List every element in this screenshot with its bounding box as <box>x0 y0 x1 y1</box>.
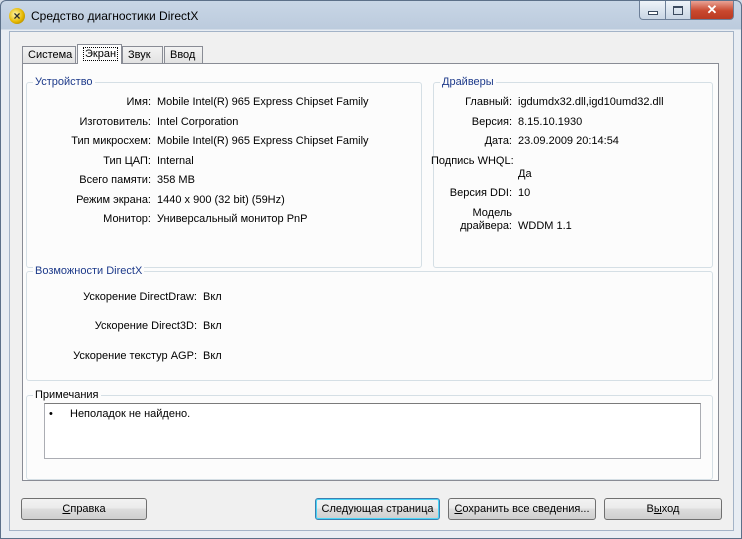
drivers-group: Драйверы Главный: igdumdx32.dll,igd10umd… <box>431 76 713 268</box>
close-button[interactable]: ✕ <box>691 1 734 20</box>
device-row-dac-type: Тип ЦАП: Internal <box>27 155 417 169</box>
driver-row-main: Главный: igdumdx32.dll,igd10umd32.dll <box>434 96 708 110</box>
device-row-memory: Всего памяти: 358 MB <box>27 174 417 188</box>
minimize-icon <box>647 11 658 15</box>
save-button-label: охранить все сведения... <box>462 503 590 515</box>
driver-version-value: 8.15.10.1930 <box>518 116 583 128</box>
dxdiag-app-icon: × <box>9 8 25 24</box>
device-group-title: Устройство <box>33 76 95 88</box>
save-all-info-button[interactable]: Сохранить все сведения... <box>448 498 596 520</box>
next-page-button[interactable]: Следующая страница <box>315 498 440 520</box>
device-manufacturer-value: Intel Corporation <box>157 116 239 128</box>
device-chip-type-label: Тип микросхем: <box>71 135 151 147</box>
next-page-button-label: Следующая страница <box>321 503 434 515</box>
device-memory-value: 358 MB <box>157 174 195 186</box>
driver-row-whql: Подпись WHQL: <box>431 155 708 169</box>
maximize-icon <box>673 5 683 15</box>
driver-main-value: igdumdx32.dll,igd10umd32.dll <box>518 96 664 108</box>
driver-whql-value: Да <box>518 168 532 180</box>
notes-bullet: • <box>49 408 53 420</box>
window-title: Средство диагностики DirectX <box>31 9 199 23</box>
tab-sound-label: Звук <box>128 49 151 61</box>
tab-display-label: Экран <box>83 47 119 61</box>
notes-text: Неполадок не найдено. <box>70 408 191 420</box>
driver-row-date: Дата: 23.09.2009 20:14:54 <box>434 135 708 149</box>
device-manufacturer-label: Изготовитель: <box>79 116 152 128</box>
driver-date-value: 23.09.2009 20:14:54 <box>518 135 619 147</box>
directx-features-title: Возможности DirectX <box>33 265 145 277</box>
direct3d-value: Вкл <box>203 320 222 332</box>
notes-textbox[interactable]: • Неполадок не найдено. <box>44 403 701 459</box>
directx-row-directdraw: Ускорение DirectDraw: Вкл <box>27 291 707 305</box>
device-monitor-value: Универсальный монитор PnP <box>157 213 308 225</box>
directx-row-direct3d: Ускорение Direct3D: Вкл <box>27 320 707 334</box>
device-display-mode-value: 1440 x 900 (32 bit) (59Hz) <box>157 194 285 206</box>
device-dac-type-value: Internal <box>157 155 194 167</box>
device-name-label: Имя: <box>126 96 151 108</box>
direct3d-label: Ускорение Direct3D: <box>94 320 197 332</box>
drivers-group-title: Драйверы <box>440 76 496 88</box>
help-button[interactable]: Справка <box>21 498 147 520</box>
driver-row-ddi: Версия DDI: 10 <box>434 187 708 201</box>
directx-diagnostic-window: × Средство диагностики DirectX ✕ Система… <box>0 0 742 539</box>
driver-row-version: Версия: 8.15.10.1930 <box>434 116 708 130</box>
driver-ddi-label: Версия DDI: <box>449 187 512 199</box>
driver-row-model-2: драйвера: WDDM 1.1 <box>434 220 708 234</box>
device-monitor-label: Монитор: <box>103 213 151 225</box>
directdraw-label: Ускорение DirectDraw: <box>83 291 197 303</box>
driver-row-whql-value: Да <box>434 168 708 182</box>
tab-input-label: Ввод <box>170 49 196 61</box>
device-dac-type-label: Тип ЦАП: <box>103 155 151 167</box>
tab-system[interactable]: Система <box>22 46 76 63</box>
driver-model-label-line1: Модель <box>472 207 512 219</box>
device-chip-type-value: Mobile Intel(R) 965 Express Chipset Fami… <box>157 135 369 147</box>
device-group: Устройство Имя: Mobile Intel(R) 965 Expr… <box>26 76 422 268</box>
driver-ddi-value: 10 <box>518 187 531 199</box>
driver-model-value: WDDM 1.1 <box>518 220 572 232</box>
agp-value: Вкл <box>203 350 222 362</box>
notes-group-title: Примечания <box>33 389 101 401</box>
driver-version-label: Версия: <box>471 116 512 128</box>
help-button-label: правка <box>70 503 106 515</box>
dialog-client-area: Система Экран Звук Ввод Устройство Имя: … <box>9 31 734 531</box>
device-display-mode-label: Режим экрана: <box>76 194 151 206</box>
device-name-value: Mobile Intel(R) 965 Express Chipset Fami… <box>157 96 369 108</box>
directdraw-value: Вкл <box>203 291 222 303</box>
driver-model-label-line2: драйвера: <box>460 220 512 232</box>
tab-sound[interactable]: Звук <box>122 46 163 63</box>
minimize-button[interactable] <box>639 1 666 20</box>
close-icon: ✕ <box>706 2 718 17</box>
maximize-button[interactable] <box>666 1 691 20</box>
device-row-chip-type: Тип микросхем: Mobile Intel(R) 965 Expre… <box>27 135 417 149</box>
agp-label: Ускорение текстур AGP: <box>73 350 197 362</box>
driver-row-model-1: Модель <box>434 207 708 221</box>
device-row-monitor: Монитор: Универсальный монитор PnP <box>27 213 417 227</box>
device-row-name: Имя: Mobile Intel(R) 965 Express Chipset… <box>27 96 417 110</box>
exit-button-label-end: ход <box>661 503 680 515</box>
directx-row-agp: Ускорение текстур AGP: Вкл <box>27 350 707 364</box>
device-row-manufacturer: Изготовитель: Intel Corporation <box>27 116 417 130</box>
device-memory-label: Всего памяти: <box>79 174 151 186</box>
title-bar[interactable]: × Средство диагностики DirectX ✕ <box>1 1 741 31</box>
device-row-display-mode: Режим экрана: 1440 x 900 (32 bit) (59Hz) <box>27 194 417 208</box>
exit-button[interactable]: Выход <box>604 498 722 520</box>
driver-date-label: Дата: <box>484 135 512 147</box>
directx-features-group: Возможности DirectX Ускорение DirectDraw… <box>26 265 713 381</box>
driver-whql-label: Подпись WHQL: <box>431 155 514 167</box>
driver-main-label: Главный: <box>465 96 512 108</box>
caption-buttons: ✕ <box>639 1 734 20</box>
tab-display[interactable]: Экран <box>77 44 122 64</box>
exit-button-label-start: В <box>646 503 654 515</box>
exit-button-mnemonic: ы <box>653 503 662 515</box>
tab-input[interactable]: Ввод <box>164 46 203 63</box>
tab-system-label: Система <box>28 49 73 61</box>
